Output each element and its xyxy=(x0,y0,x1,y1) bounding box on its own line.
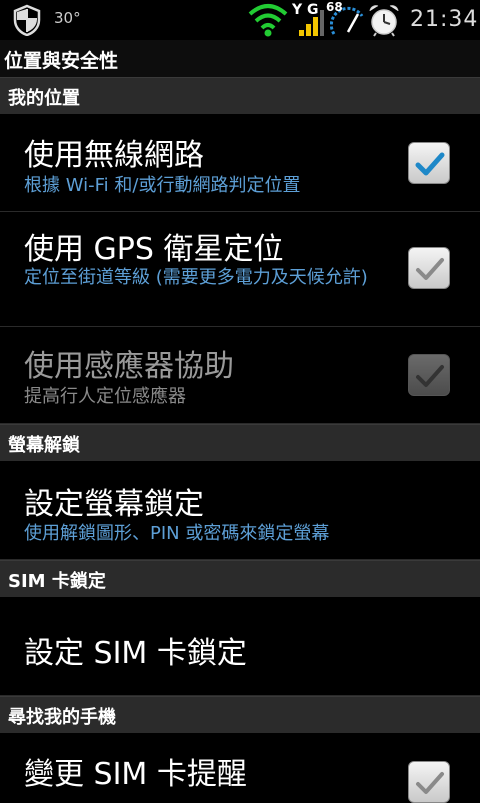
setting-use-sensor-assistance[interactable]: 使用感應器協助 提高行人定位感應器 xyxy=(0,327,480,424)
section-header-find-my-phone: 尋找我的手機 xyxy=(0,696,480,734)
gps-checkbox[interactable] xyxy=(408,247,450,289)
setting-summary: 定位至街道等級 (需要更多電力及天候允許) xyxy=(24,267,368,288)
setting-summary: 提高行人定位感應器 xyxy=(24,386,186,407)
section-header-my-location: 我的位置 xyxy=(0,77,480,115)
status-bar: 30° Y G 68 21:34 xyxy=(0,0,480,40)
setting-use-wireless-networks[interactable]: 使用無線網路 根據 Wi-Fi 和/或行動網路判定位置 xyxy=(0,114,480,212)
checkmark-icon xyxy=(416,258,444,280)
checkmark-icon xyxy=(416,365,444,387)
setting-summary: 根據 Wi-Fi 和/或行動網路判定位置 xyxy=(24,175,301,196)
setting-summary: 使用解鎖圖形、PIN 或密碼來鎖定螢幕 xyxy=(24,523,330,544)
section-header-label: 我的位置 xyxy=(8,88,80,109)
sim-alert-checkbox[interactable] xyxy=(408,761,450,803)
shield-icon xyxy=(13,4,41,36)
checkmark-icon xyxy=(416,772,444,794)
setting-use-gps-satellites[interactable]: 使用 GPS 衛星定位 定位至街道等級 (需要更多電力及天候允許) xyxy=(0,212,480,327)
network-type-label: Y G xyxy=(292,2,319,18)
section-header-sim-lock: SIM 卡鎖定 xyxy=(0,560,480,598)
page-title: 位置與安全性 xyxy=(4,50,119,72)
checkmark-icon xyxy=(415,152,445,176)
clock-time: 21:34 xyxy=(410,7,479,32)
setting-title: 設定 SIM 卡鎖定 xyxy=(24,636,247,671)
section-header-label: 尋找我的手機 xyxy=(8,707,116,728)
temperature-text: 30° xyxy=(54,9,81,27)
wireless-checkbox[interactable] xyxy=(408,142,450,184)
setting-title: 使用感應器協助 xyxy=(24,349,234,384)
sensor-checkbox[interactable] xyxy=(408,354,450,396)
wifi-icon xyxy=(248,4,288,37)
alarm-clock-icon xyxy=(369,5,399,37)
gauge-value: 68 xyxy=(326,0,343,14)
setting-title: 使用 GPS 衛星定位 xyxy=(24,232,284,267)
setting-set-screen-lock[interactable]: 設定螢幕鎖定 使用解鎖圖形、PIN 或密碼來鎖定螢幕 xyxy=(0,461,480,560)
setting-title: 變更 SIM 卡提醒 xyxy=(24,757,247,792)
title-bar: 位置與安全性 xyxy=(0,40,480,77)
section-header-screen-unlock: 螢幕解鎖 xyxy=(0,424,480,462)
setting-title: 使用無線網路 xyxy=(24,138,204,173)
section-header-label: 螢幕解鎖 xyxy=(8,435,80,456)
setting-sim-change-alert[interactable]: 變更 SIM 卡提醒 xyxy=(0,733,480,803)
setting-title: 設定螢幕鎖定 xyxy=(24,487,204,522)
section-header-label: SIM 卡鎖定 xyxy=(8,571,106,592)
setting-set-sim-lock[interactable]: 設定 SIM 卡鎖定 xyxy=(0,597,480,696)
